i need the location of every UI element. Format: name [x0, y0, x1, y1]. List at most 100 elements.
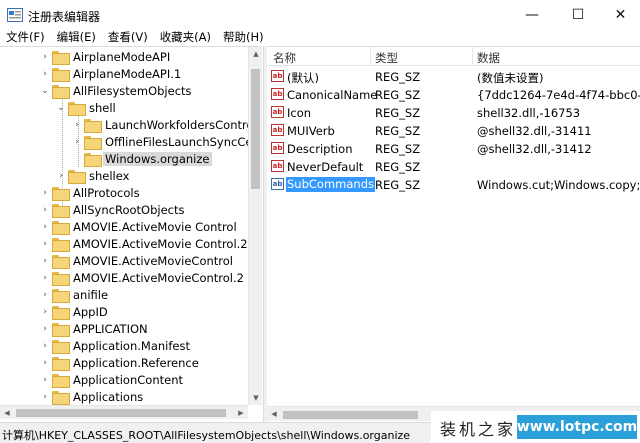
value-data: (数值未设置) — [477, 71, 544, 85]
tree-item[interactable]: ⌄ shell — [54, 99, 118, 116]
tree-item-label: Windows.organize — [103, 151, 212, 166]
string-value-icon: ab — [271, 142, 284, 154]
tree-item-label: AMOVIE.ActiveMovie Control — [73, 219, 237, 234]
scroll-left-arrow-icon[interactable]: ◀ — [267, 407, 281, 421]
folder-icon — [52, 50, 70, 65]
tree-item-label: AppID — [73, 304, 108, 319]
expand-icon[interactable]: › — [38, 201, 52, 218]
expand-icon[interactable]: › — [38, 65, 52, 82]
tree-item[interactable]: › AppID — [38, 303, 110, 320]
tree-item[interactable]: › LaunchWorkfoldersControl — [70, 116, 259, 133]
tree-item[interactable]: › Application.Manifest — [38, 337, 192, 354]
value-row-selected[interactable]: ab SubCommands REG_SZ Windows.cut;Window… — [267, 176, 640, 193]
expand-icon[interactable]: › — [38, 252, 52, 269]
tree-item[interactable]: › anifile — [38, 286, 110, 303]
tree-item[interactable]: › AMOVIE.ActiveMovieControl — [38, 252, 235, 269]
scroll-thumb[interactable] — [16, 409, 226, 417]
tree-item-label: shell — [89, 100, 116, 115]
tree-item[interactable]: › AMOVIE.ActiveMovieControl.2 — [38, 269, 246, 286]
tree-item[interactable]: › AllSyncRootObjects — [38, 201, 186, 218]
tree-item-label: OfflineFilesLaunchSyncCenter — [105, 134, 262, 149]
tree-item[interactable]: › AMOVIE.ActiveMovie Control.2 — [38, 235, 250, 252]
tree-item[interactable]: › AllProtocols — [38, 184, 142, 201]
expand-icon[interactable]: › — [38, 354, 52, 371]
scroll-right-arrow-icon[interactable]: ▶ — [234, 406, 248, 420]
tree-item[interactable]: › AirplaneModeAPI.1 — [38, 65, 183, 82]
column-header-type[interactable]: 类型 — [375, 50, 398, 66]
watermark-url: www.lotpc.com — [517, 415, 637, 439]
value-type: REG_SZ — [375, 106, 421, 120]
tree-item[interactable]: › AMOVIE.ActiveMovie Control — [38, 218, 239, 235]
tree-item[interactable]: › Applications — [38, 388, 145, 405]
expand-icon[interactable]: › — [38, 48, 52, 65]
tree-item-label: AllSyncRootObjects — [73, 202, 185, 217]
expand-icon[interactable]: › — [38, 286, 52, 303]
list-header: 名称 类型 数据 — [267, 47, 640, 66]
scroll-up-arrow-icon[interactable]: ▲ — [249, 47, 263, 61]
expand-icon[interactable]: › — [38, 184, 52, 201]
tree-item[interactable]: › shellex — [54, 167, 131, 184]
folder-icon — [52, 390, 70, 405]
scroll-left-arrow-icon[interactable]: ◀ — [0, 406, 14, 420]
tree-item-label: AMOVIE.ActiveMovieControl — [73, 253, 233, 268]
column-divider[interactable] — [370, 47, 371, 66]
expand-icon[interactable]: › — [54, 167, 68, 184]
menu-help[interactable]: 帮助(H) — [217, 29, 270, 45]
folder-icon — [52, 356, 70, 371]
close-button[interactable]: ✕ — [601, 0, 640, 30]
tree-item-selected[interactable]: Windows.organize — [70, 150, 212, 167]
column-header-name[interactable]: 名称 — [273, 50, 296, 66]
collapse-icon[interactable]: ⌄ — [38, 82, 52, 99]
menu-file[interactable]: 文件(F) — [0, 29, 51, 45]
value-name: SubCommands — [286, 177, 375, 192]
tree-item[interactable]: › AirplaneModeAPI — [38, 48, 172, 65]
expand-icon[interactable]: › — [38, 337, 52, 354]
folder-icon — [52, 203, 70, 218]
registry-key-tree: › AirplaneModeAPI › AirplaneModeAPI.1 ⌄ … — [0, 46, 262, 422]
expand-icon[interactable]: › — [38, 371, 52, 388]
expand-icon[interactable]: › — [38, 218, 52, 235]
folder-icon — [52, 186, 70, 201]
scroll-down-arrow-icon[interactable]: ▼ — [249, 391, 263, 405]
folder-icon — [52, 220, 70, 235]
collapse-icon[interactable]: ⌄ — [54, 99, 68, 116]
expand-icon[interactable]: › — [38, 269, 52, 286]
minimize-button[interactable]: — — [509, 0, 555, 30]
tree-item[interactable]: › APPLICATION — [38, 320, 150, 337]
menu-favorites[interactable]: 收藏夹(A) — [154, 29, 217, 45]
tree-item[interactable]: › OfflineFilesLaunchSyncCenter — [70, 133, 262, 150]
value-row[interactable]: ab MUIVerb REG_SZ @shell32.dll,-31411 — [267, 122, 640, 139]
value-name: (默认) — [287, 71, 319, 85]
maximize-button[interactable]: ☐ — [555, 0, 601, 30]
scroll-thumb[interactable] — [251, 69, 260, 189]
column-divider[interactable] — [472, 47, 473, 66]
scroll-thumb[interactable] — [283, 411, 418, 419]
expand-icon[interactable]: › — [70, 133, 84, 150]
folder-icon — [84, 118, 102, 133]
column-header-data[interactable]: 数据 — [477, 50, 500, 66]
value-row[interactable]: ab Description REG_SZ @shell32.dll,-3141… — [267, 140, 640, 157]
expand-icon[interactable]: › — [38, 320, 52, 337]
tree-item[interactable]: ⌄ AllFilesystemObjects — [38, 82, 194, 99]
tree-item-label: LaunchWorkfoldersControl — [105, 117, 257, 132]
menu-edit[interactable]: 编辑(E) — [51, 29, 102, 45]
tree-horizontal-scrollbar[interactable]: ◀ ▶ — [0, 405, 248, 419]
tree-item-label: AMOVIE.ActiveMovieControl.2 — [73, 270, 244, 285]
expand-icon[interactable]: › — [70, 116, 84, 133]
value-row[interactable]: ab Icon REG_SZ shell32.dll,-16753 — [267, 104, 640, 121]
value-row[interactable]: ab CanonicalName REG_SZ {7ddc1264-7e4d-4… — [267, 86, 640, 103]
expand-icon[interactable]: › — [38, 303, 52, 320]
tree-item-label: Applications — [73, 389, 144, 404]
regedit-app-icon — [7, 8, 23, 22]
expand-icon[interactable]: › — [38, 388, 52, 405]
tree-vertical-scrollbar[interactable]: ▲ ▼ — [248, 47, 262, 405]
value-row[interactable]: ab (默认) REG_SZ (数值未设置) — [267, 68, 640, 85]
tree-item[interactable]: › Application.Reference — [38, 354, 201, 371]
folder-icon — [52, 288, 70, 303]
tree-item[interactable]: › ApplicationContent — [38, 371, 185, 388]
registry-path: 计算机\HKEY_CLASSES_ROOT\AllFilesystemObjec… — [2, 429, 411, 442]
expand-icon[interactable]: › — [38, 235, 52, 252]
value-type: REG_SZ — [375, 160, 421, 174]
value-row[interactable]: ab NeverDefault REG_SZ — [267, 158, 640, 175]
menu-view[interactable]: 查看(V) — [102, 29, 154, 45]
